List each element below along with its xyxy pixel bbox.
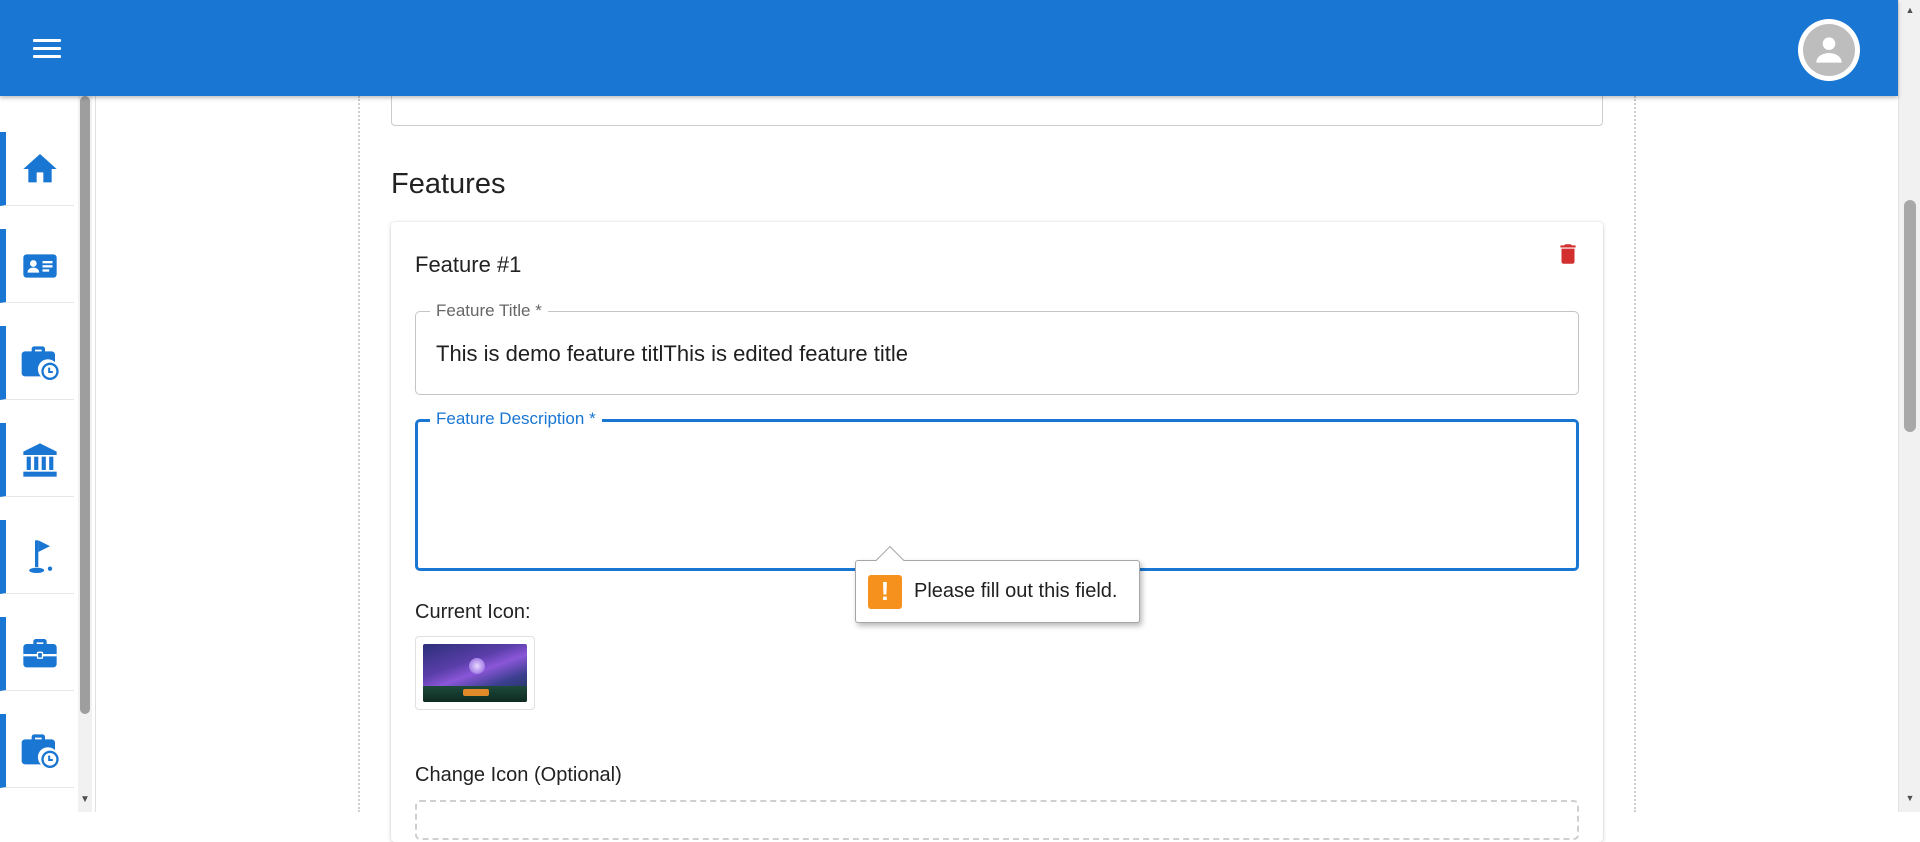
sidebar-item-work-history[interactable] <box>0 326 74 400</box>
section-title: Features <box>391 168 506 200</box>
briefcase-clock-icon <box>18 731 62 771</box>
sidebar-scroll-down-icon[interactable]: ▼ <box>78 792 92 806</box>
sidebar-item-bank[interactable] <box>0 423 74 497</box>
feature-heading: Feature #1 <box>415 252 522 277</box>
delete-feature-button[interactable] <box>1552 236 1584 272</box>
feature-title-field[interactable]: Feature Title * <box>415 301 1579 395</box>
feature-description-field[interactable]: Feature Description * <box>415 409 1579 571</box>
scroll-down-icon[interactable]: ▼ <box>1904 792 1916 804</box>
feature-title-label: Feature Title * <box>430 301 548 321</box>
current-icon-thumbnail <box>415 636 535 710</box>
sidebar-item-jobs[interactable] <box>0 617 74 691</box>
briefcase-clock-icon <box>18 343 62 383</box>
bank-icon <box>20 440 60 480</box>
warning-icon: ! <box>868 574 902 609</box>
golf-flag-icon <box>20 537 60 577</box>
sidebar-item-home[interactable] <box>0 132 74 206</box>
page-scrollbar-thumb[interactable] <box>1904 200 1916 432</box>
avatar[interactable] <box>1798 19 1860 81</box>
contact-card-icon <box>20 246 60 286</box>
page-scrollbar[interactable]: ▲ ▼ <box>1898 0 1920 812</box>
validation-tooltip: ! Please fill out this field. <box>855 545 1140 623</box>
feature-icon-image <box>423 644 527 702</box>
home-icon <box>20 149 60 189</box>
trash-icon <box>1555 239 1581 269</box>
sidebar-scrollbar-thumb[interactable] <box>80 96 90 714</box>
feature-description-label: Feature Description * <box>430 409 602 429</box>
sidebar: ▼ <box>0 96 96 812</box>
app-bar <box>0 0 1898 96</box>
tooltip-message: Please fill out this field. <box>914 580 1118 602</box>
sidebar-item-golf[interactable] <box>0 520 74 594</box>
menu-icon[interactable] <box>28 30 66 66</box>
sidebar-item-schedule[interactable] <box>0 714 74 788</box>
feature-title-input[interactable] <box>436 341 1556 367</box>
account-icon <box>1803 24 1855 76</box>
sidebar-item-contacts[interactable] <box>0 229 74 303</box>
icon-upload-dropzone[interactable] <box>415 800 1579 840</box>
feature-description-input[interactable] <box>434 440 1558 550</box>
current-icon-label: Current Icon: <box>415 601 531 623</box>
briefcase-icon <box>20 634 60 674</box>
change-icon-label: Change Icon (Optional) <box>415 764 622 786</box>
scroll-up-icon[interactable]: ▲ <box>1904 4 1916 16</box>
